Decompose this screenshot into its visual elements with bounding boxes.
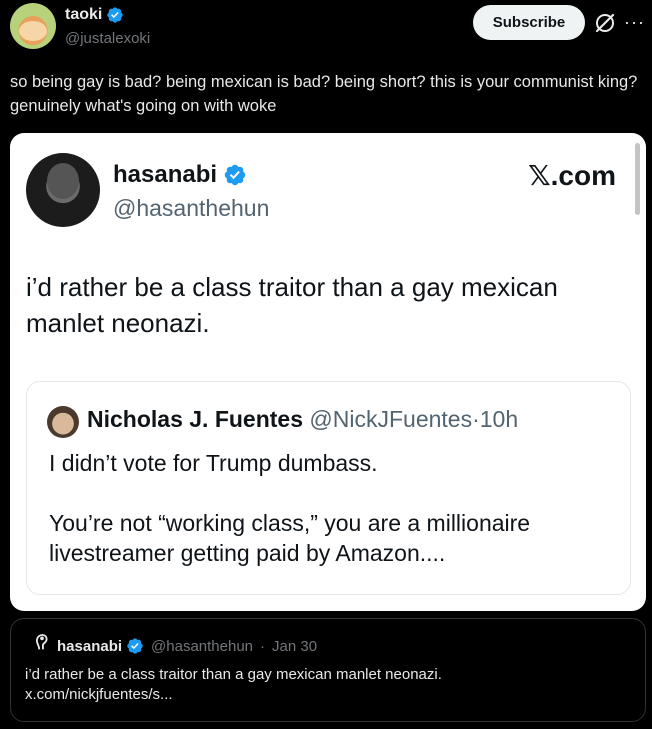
quoted-tweet-name[interactable]: hasanabi	[57, 638, 122, 655]
hasanabi-avatar-icon	[36, 634, 48, 650]
quoted-tweet-handle[interactable]: @hasanthehun	[151, 638, 253, 655]
quote-time: 10h	[479, 406, 519, 432]
verified-badge-icon	[127, 638, 143, 654]
xcom-logo: 𝕏.com	[528, 160, 616, 191]
screenshot-name-row: hasanabi	[113, 161, 247, 189]
quoted-tweet-link[interactable]: x.com/nickjfuentes/s...	[25, 685, 625, 705]
tweet-text: so being gay is bad? being mexican is ba…	[10, 73, 638, 115]
more-icon[interactable]: ···	[624, 12, 645, 33]
author-avatar[interactable]	[10, 3, 56, 49]
screenshot-handle: @hasanthehun	[113, 195, 270, 221]
author-name[interactable]: taoki	[65, 6, 102, 24]
subscribe-button[interactable]: Subscribe	[473, 5, 585, 40]
quote-avatar	[47, 406, 79, 438]
quoted-tweet-date[interactable]: Jan 30	[272, 638, 317, 655]
quoted-tweet-text: i’d rather be a class traitor than a gay…	[25, 665, 625, 705]
quote-paragraph-2: You’re not “working class,” you are a mi…	[49, 510, 531, 566]
author-handle[interactable]: @justalexoki	[65, 30, 150, 47]
screenshot-quote: Nicholas J. Fuentes @NickJFuentes·10h I …	[26, 381, 631, 595]
quoted-tweet-separator: ·	[260, 637, 266, 655]
quote-separator: ·	[472, 406, 480, 432]
tweet-media-image[interactable]: hasanabi @hasanthehun 𝕏.com i’d rather b…	[10, 133, 646, 611]
screenshot-text: i’d rather be a class traitor than a gay…	[26, 272, 558, 338]
quote-handle: @NickJFuentes	[309, 406, 473, 432]
screenshot-name: hasanabi	[113, 161, 218, 188]
screenshot-scrollbar	[635, 143, 640, 215]
grok-icon[interactable]	[593, 11, 617, 35]
quote-header: Nicholas J. Fuentes @NickJFuentes·10h	[87, 406, 518, 433]
quote-paragraph-1: I didn’t vote for Trump dumbass.	[49, 450, 378, 476]
verified-badge-icon	[107, 7, 124, 23]
author-name-row[interactable]: taoki	[65, 6, 124, 24]
quoted-tweet-text-line1: i’d rather be a class traitor than a gay…	[25, 666, 442, 683]
quoted-tweet-header: hasanabi @hasanthehun · Jan 30	[57, 637, 317, 655]
verified-badge-icon	[224, 164, 246, 186]
screenshot-avatar	[26, 153, 100, 227]
quoted-tweet-card[interactable]: hasanabi @hasanthehun · Jan 30 i’d rathe…	[10, 618, 646, 722]
tweet-header: taoki @justalexoki Subscribe ···	[0, 0, 652, 62]
quote-name: Nicholas J. Fuentes	[87, 406, 304, 432]
quote-text: I didn’t vote for Trump dumbass. You’re …	[49, 448, 619, 598]
